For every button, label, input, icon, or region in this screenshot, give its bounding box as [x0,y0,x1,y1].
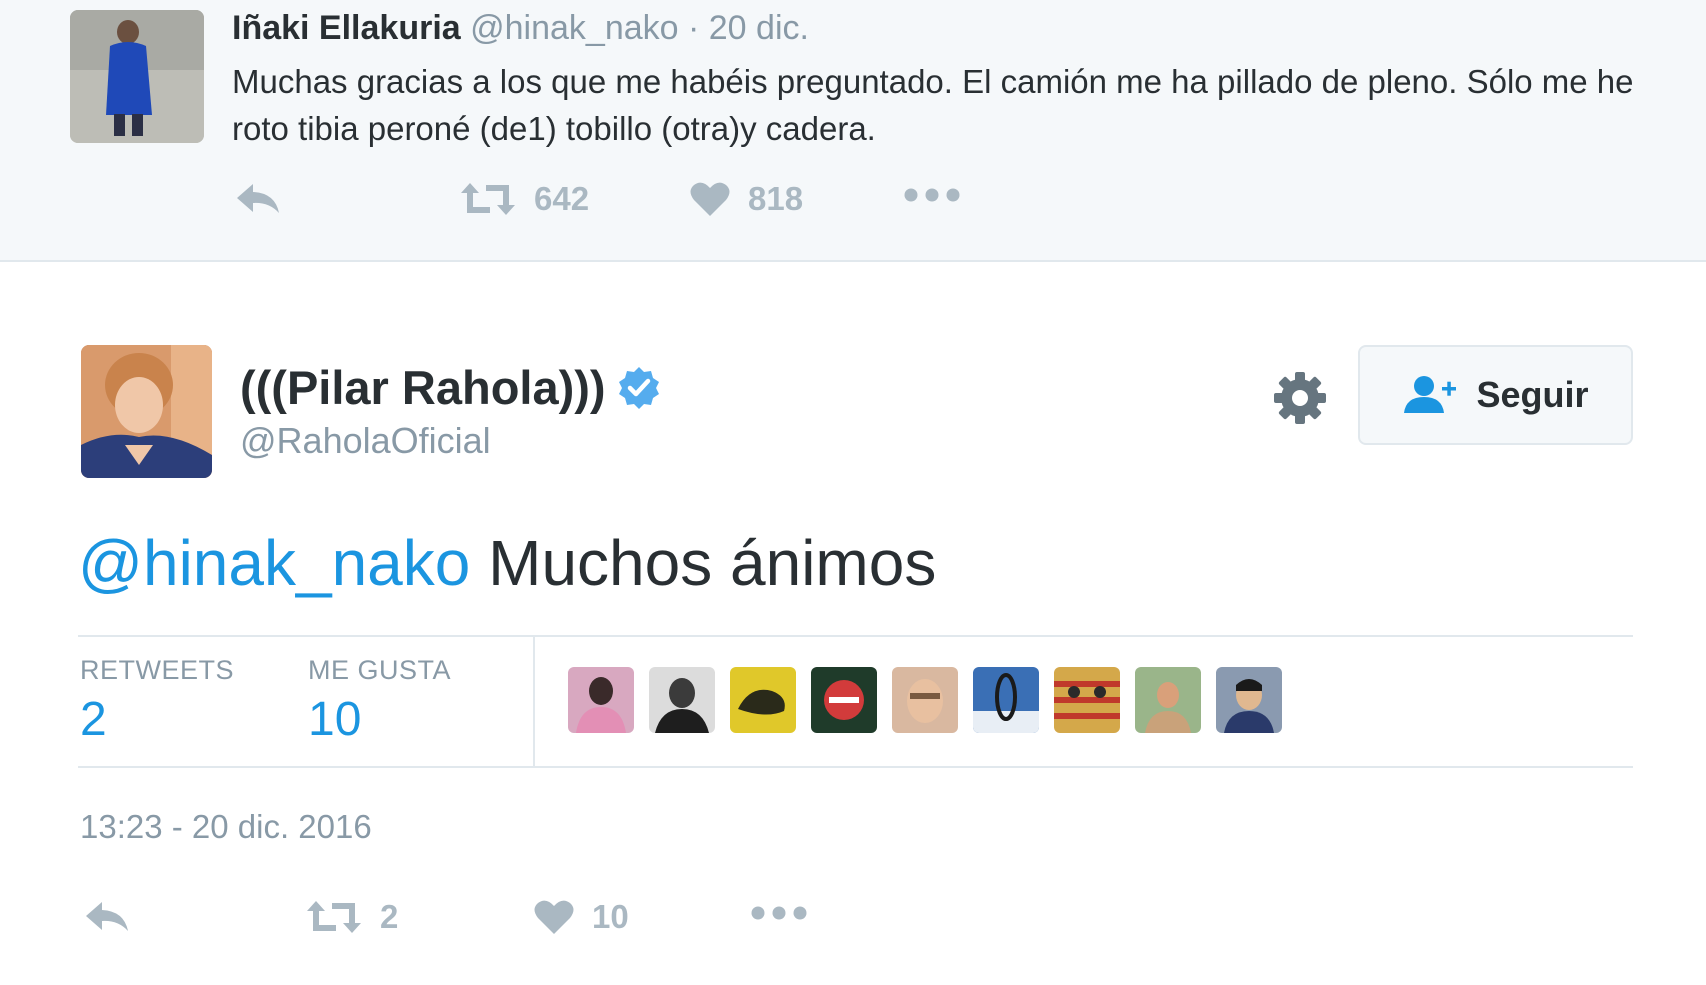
parent-author-avatar[interactable] [70,10,204,143]
follow-user-icon [1402,375,1458,415]
parent-tweet-text: Muchas gracias a los que me habéis pregu… [232,63,1634,147]
likes-stat-label: ME GUSTA [308,655,452,685]
main-retweet-button[interactable]: 2 [306,898,398,936]
liker-avatar[interactable] [649,667,715,733]
main-like-count: 10 [592,898,629,935]
main-author-name[interactable]: (((Pilar Rahola))) [240,360,606,415]
liker-avatar[interactable] [730,667,796,733]
parent-author-name[interactable]: Iñaki Ellakuria [232,9,461,47]
liker-avatar[interactable] [1054,667,1120,733]
reply-icon [84,898,130,934]
parent-retweet-count: 642 [534,180,590,217]
retweet-icon [460,181,516,217]
tweet-stats: RETWEETS 2 ME GUSTA 10 [78,635,1633,768]
heart-icon [690,180,730,218]
main-like-button[interactable]: 10 [534,898,629,936]
parent-tweet-actions: 642 818 [235,180,995,228]
gear-icon[interactable] [1270,368,1330,428]
follow-button-label: Seguir [1476,374,1589,415]
stats-divider [533,637,535,766]
heart-icon [534,898,574,936]
liker-avatar[interactable] [892,667,958,733]
parent-like-count: 818 [748,180,804,217]
liker-avatar[interactable] [811,667,877,733]
liker-avatars [568,667,1282,733]
mention-link[interactable]: @hinak_nako [78,527,470,599]
likes-stat-value: 10 [308,693,362,746]
main-retweet-count: 2 [380,898,399,935]
main-author-handle[interactable]: @RaholaOficial [240,420,491,462]
parent-like-button[interactable]: 818 [690,180,803,218]
more-icon [903,184,961,206]
follow-button[interactable]: Seguir [1358,345,1633,445]
liker-avatar[interactable] [1216,667,1282,733]
main-tweet-text: @hinak_nako Muchos ánimos [78,520,936,606]
parent-tweet-header: Iñaki Ellakuria @hinak_nako · 20 dic. [232,8,809,48]
likes-stat[interactable]: ME GUSTA 10 [308,655,451,747]
retweets-stat-label: RETWEETS [80,655,235,685]
retweet-icon [306,899,362,935]
reply-icon [235,180,281,216]
parent-tweet[interactable]: Iñaki Ellakuria @hinak_nako · 20 dic. Mu… [0,0,1706,262]
main-reply-button[interactable] [84,898,130,934]
liker-avatar[interactable] [973,667,1039,733]
verified-badge-icon [616,365,662,411]
parent-handle-date[interactable]: @hinak_nako · 20 dic. [470,9,809,47]
main-tweet-actions: 2 10 [84,898,824,946]
parent-more-button[interactable] [903,184,961,206]
liker-avatar[interactable] [1135,667,1201,733]
main-tweet-body: Muchos ánimos [470,527,937,599]
parent-retweet-button[interactable]: 642 [460,180,589,218]
parent-reply-button[interactable] [235,180,281,216]
more-icon [750,902,808,924]
retweets-stat[interactable]: RETWEETS 2 [80,655,234,747]
liker-avatar[interactable] [568,667,634,733]
main-more-button[interactable] [750,902,808,924]
main-author-avatar[interactable] [81,345,212,478]
tweet-timestamp[interactable]: 13:23 - 20 dic. 2016 [80,808,372,846]
retweets-stat-value: 2 [80,693,107,746]
main-author-row: (((Pilar Rahola))) [240,360,662,415]
